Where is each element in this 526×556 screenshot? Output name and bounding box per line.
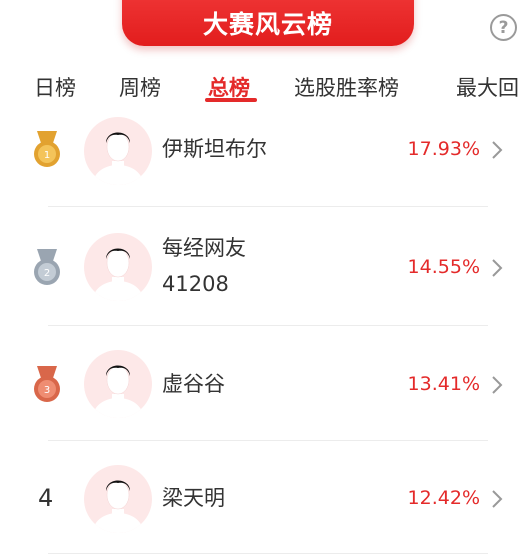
divider (48, 206, 488, 207)
return-percentage: 17.93% (407, 138, 480, 160)
chevron-right-icon (492, 141, 503, 159)
user-name: 每经网友 (162, 236, 246, 260)
divider (48, 440, 488, 441)
tab-daily[interactable]: 日榜 (34, 72, 76, 102)
divider (48, 553, 488, 554)
return-percentage: 13.41% (407, 373, 480, 395)
avatar (84, 465, 152, 533)
silver-medal-icon: 2 (34, 249, 60, 285)
bronze-medal-icon: 3 (34, 366, 60, 402)
banner-title: 大赛风云榜 (202, 10, 333, 39)
avatar (84, 350, 152, 418)
chevron-right-icon (492, 259, 503, 277)
user-name-line2: 41208 (162, 272, 229, 296)
user-name: 虚谷谷 (162, 372, 225, 396)
active-tab-indicator (205, 98, 257, 102)
question-circle-icon[interactable]: ? (490, 14, 517, 41)
user-name: 梁天明 (162, 486, 225, 510)
rank-number: 4 (38, 484, 54, 512)
svg-text:1: 1 (44, 150, 50, 161)
tab-weekly[interactable]: 周榜 (119, 72, 161, 102)
avatar (84, 233, 152, 301)
return-percentage: 14.55% (407, 256, 480, 278)
gold-medal-icon: 1 (34, 131, 60, 167)
return-percentage: 12.42% (407, 487, 480, 509)
svg-text:3: 3 (44, 385, 50, 396)
svg-text:2: 2 (44, 268, 50, 279)
user-name: 伊斯坦布尔 (162, 137, 267, 161)
chevron-right-icon (492, 490, 503, 508)
ranking-tabs: 日榜 周榜 总榜 选股胜率榜 最大回 (0, 62, 526, 114)
header-banner: 大赛风云榜 (122, 0, 414, 46)
divider (48, 325, 488, 326)
avatar (84, 117, 152, 185)
chevron-right-icon (492, 376, 503, 394)
tab-max-drawdown[interactable]: 最大回 (456, 72, 519, 102)
tab-win-rate[interactable]: 选股胜率榜 (294, 72, 399, 102)
